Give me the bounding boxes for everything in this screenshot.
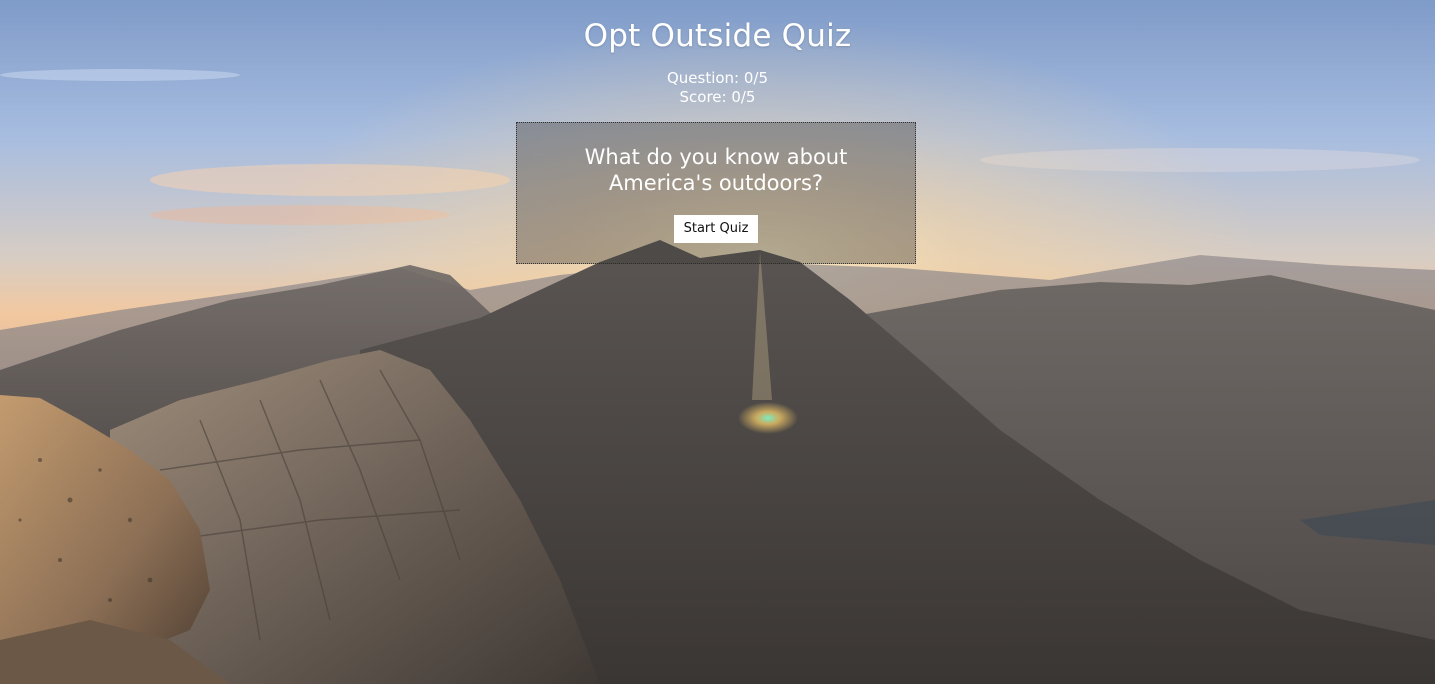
score-display: Score: 0/5 <box>679 88 756 106</box>
quiz-stats: Question: 0/5 Score: 0/5 <box>0 69 1435 107</box>
quiz-header: Opt Outside Quiz Question: 0/5 Score: 0/… <box>0 0 1435 107</box>
page-title: Opt Outside Quiz <box>583 18 852 54</box>
start-quiz-button[interactable]: Start Quiz <box>674 215 758 243</box>
quiz-intro-panel: What do you know about America's outdoor… <box>516 122 916 264</box>
intro-question-text: What do you know about America's outdoor… <box>584 145 848 195</box>
question-progress: Question: 0/5 <box>666 69 769 87</box>
